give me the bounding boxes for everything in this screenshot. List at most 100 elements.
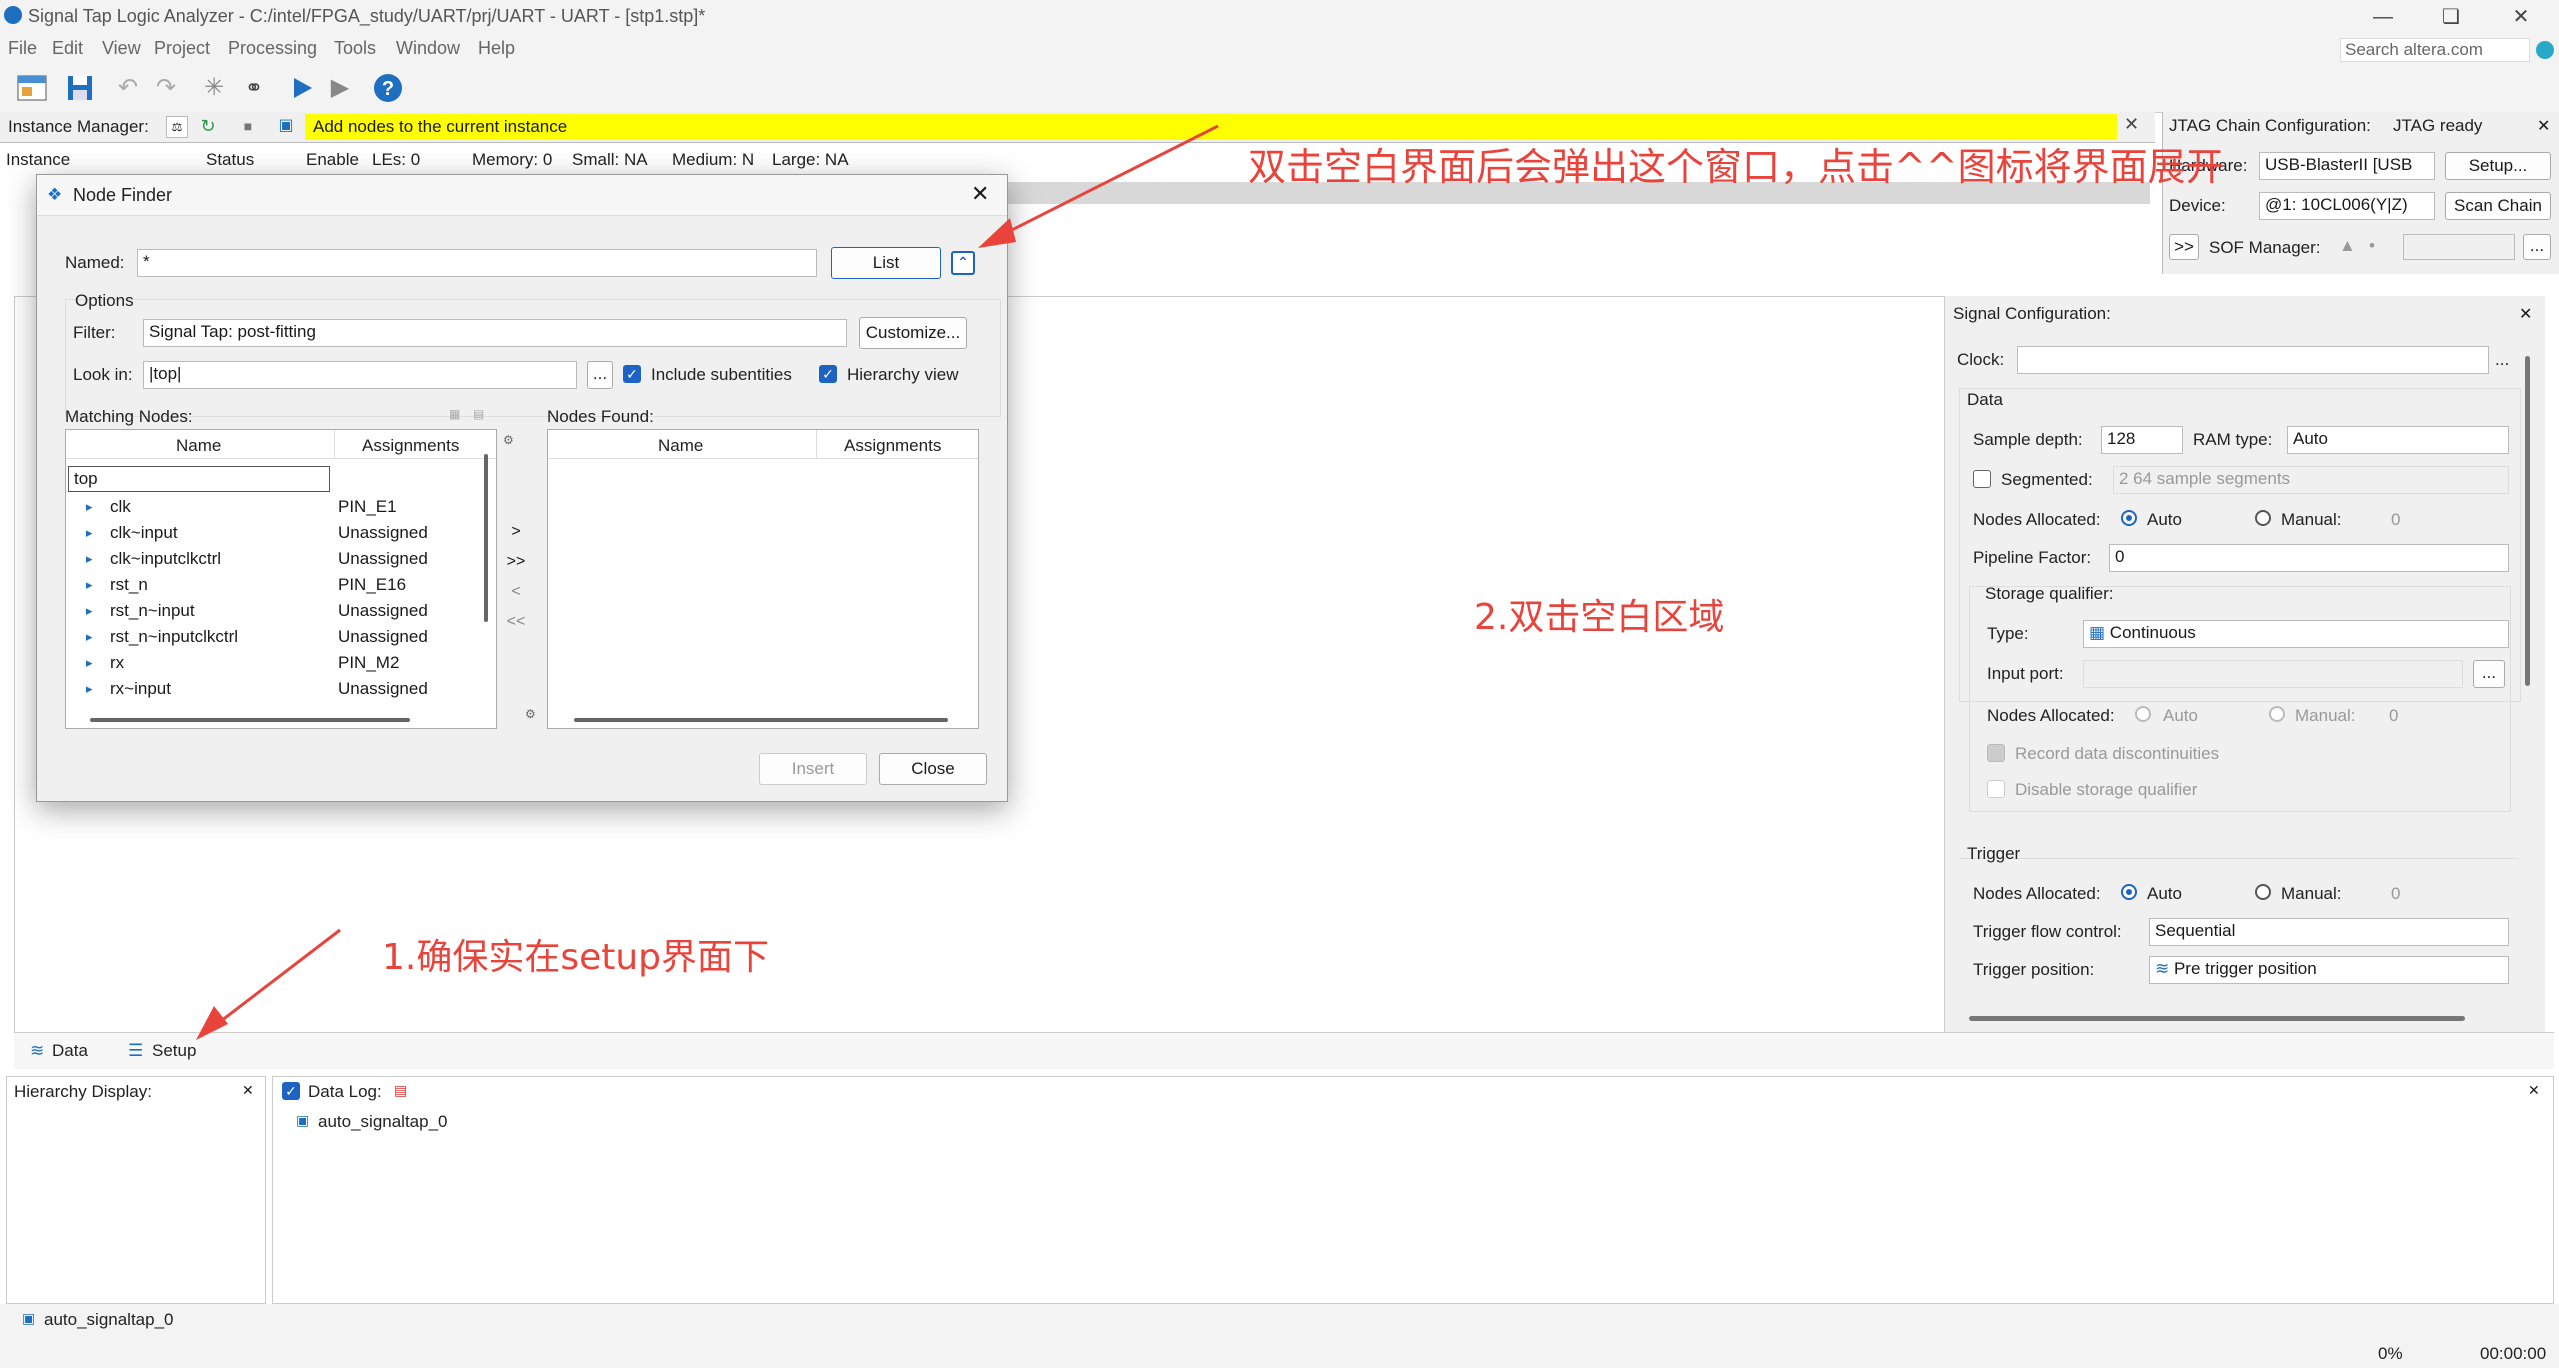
clock-browse-button[interactable]: ... bbox=[2495, 350, 2509, 370]
clock-input[interactable] bbox=[2017, 346, 2489, 374]
table-row[interactable]: ▸ rst_n~inputclkctrl Unassigned bbox=[66, 624, 476, 650]
menu-window[interactable]: Window bbox=[396, 38, 460, 59]
segmented-checkbox[interactable] bbox=[1973, 470, 1991, 488]
matching-horizontal-scrollbar[interactable] bbox=[90, 718, 410, 722]
trigger-flow-select[interactable]: Sequential bbox=[2149, 918, 2509, 946]
help-icon[interactable]: ? bbox=[372, 72, 404, 104]
remove-all-button[interactable]: << bbox=[501, 613, 531, 635]
search-input[interactable]: Search altera.com bbox=[2340, 38, 2530, 62]
tree-root-top[interactable]: top bbox=[68, 466, 330, 492]
sample-depth-select[interactable]: 128 bbox=[2101, 426, 2183, 454]
table-row[interactable]: ▸ clk~input Unassigned bbox=[66, 520, 476, 546]
storage-manual-value[interactable]: 0 bbox=[2389, 706, 2398, 726]
table-row[interactable]: ▸ rst_n PIN_E16 bbox=[66, 572, 476, 598]
minimize-icon[interactable]: — bbox=[2370, 4, 2396, 30]
close-jtag-icon[interactable]: ✕ bbox=[2537, 116, 2550, 136]
look-in-browse-button[interactable]: ... bbox=[587, 361, 613, 389]
data-manual-radio[interactable] bbox=[2255, 510, 2271, 526]
customize-button[interactable]: Customize... bbox=[859, 317, 967, 349]
tab-setup[interactable]: Setup bbox=[152, 1041, 196, 1061]
sof-file-input[interactable] bbox=[2403, 234, 2515, 260]
save-icon[interactable] bbox=[64, 72, 96, 104]
program-device-icon[interactable]: ▲ bbox=[2339, 236, 2356, 256]
undo-icon[interactable]: ↶ bbox=[112, 72, 144, 104]
setup-button[interactable]: Setup... bbox=[2445, 152, 2551, 180]
move-all-button[interactable]: >> bbox=[501, 553, 531, 575]
hardware-select[interactable]: USB-BlasterII [USB bbox=[2259, 152, 2435, 180]
refresh-icon[interactable]: ↻ bbox=[198, 116, 218, 136]
table-row[interactable]: ▸ rst_n~input Unassigned bbox=[66, 598, 476, 624]
pipeline-factor-select[interactable]: 0 bbox=[2109, 544, 2509, 572]
pin-icon[interactable]: ⚙ bbox=[503, 433, 514, 447]
restore-icon[interactable]: ❏ bbox=[2438, 4, 2464, 30]
table-row[interactable]: ▸ rx PIN_M2 bbox=[66, 650, 476, 676]
include-subentities-checkbox[interactable]: ✓ bbox=[623, 365, 641, 383]
matching-col-name[interactable]: Name bbox=[176, 436, 221, 456]
data-manual-value[interactable]: 0 bbox=[2391, 510, 2400, 530]
read-data-icon[interactable]: ▣ bbox=[276, 116, 296, 136]
menu-edit[interactable]: Edit bbox=[52, 38, 83, 59]
data-log-item[interactable]: auto_signaltap_0 bbox=[318, 1112, 448, 1132]
found-col-name[interactable]: Name bbox=[658, 436, 703, 456]
list-button[interactable]: List bbox=[831, 247, 941, 279]
input-port-field[interactable] bbox=[2083, 660, 2463, 688]
redo-icon[interactable]: ↷ bbox=[150, 72, 182, 104]
scan-chain-button[interactable]: Scan Chain bbox=[2445, 192, 2551, 220]
trigger-manual-radio[interactable] bbox=[2255, 884, 2271, 900]
table-row[interactable]: ▸ clk~inputclkctrl Unassigned bbox=[66, 546, 476, 572]
signal-config-horizontal-scrollbar[interactable] bbox=[1969, 1016, 2465, 1021]
input-port-browse-button[interactable]: ... bbox=[2473, 660, 2505, 688]
matching-nodes-list[interactable]: Name Assignments top ▸ clk PIN_E1 ▸ clk~inpu… bbox=[65, 429, 497, 729]
data-log-checkbox[interactable]: ✓ bbox=[282, 1082, 300, 1100]
matching-expand-icon[interactable]: ▦ bbox=[449, 407, 460, 421]
menu-file[interactable]: File bbox=[8, 38, 37, 59]
menu-help[interactable]: Help bbox=[478, 38, 515, 59]
named-input[interactable]: * bbox=[137, 249, 817, 277]
filter-select[interactable]: Signal Tap: post-fitting bbox=[143, 319, 847, 347]
close-signal-config-icon[interactable]: ✕ bbox=[2519, 304, 2532, 324]
record-discontinuities-checkbox[interactable] bbox=[1987, 744, 2005, 762]
trigger-manual-value[interactable]: 0 bbox=[2391, 884, 2400, 904]
matching-collapse-icon[interactable]: ▤ bbox=[473, 407, 484, 421]
signal-config-vertical-scrollbar[interactable] bbox=[2525, 356, 2530, 686]
table-row[interactable]: ▸ clk PIN_E1 bbox=[66, 494, 476, 520]
autorun-icon[interactable]: ▶ bbox=[324, 72, 356, 104]
tab-data[interactable]: Data bbox=[52, 1041, 88, 1061]
sof-browse-button[interactable]: ... bbox=[2523, 234, 2551, 260]
data-auto-radio[interactable] bbox=[2121, 510, 2137, 526]
open-instance-icon[interactable] bbox=[16, 72, 48, 104]
binoculars-icon[interactable]: ⚭ bbox=[238, 72, 270, 104]
remove-one-button[interactable]: < bbox=[501, 583, 531, 605]
close-data-log-icon[interactable]: ✕ bbox=[2528, 1082, 2540, 1099]
run-analysis-icon[interactable] bbox=[286, 72, 318, 104]
device-select[interactable]: @1: 10CL006(Y|Z) bbox=[2259, 192, 2435, 220]
trigger-auto-radio[interactable] bbox=[2121, 884, 2137, 900]
storage-manual-radio[interactable] bbox=[2269, 706, 2285, 722]
menu-tools[interactable]: Tools bbox=[334, 38, 376, 59]
trigger-position-select[interactable]: ≋ Pre trigger position bbox=[2149, 956, 2509, 984]
storage-auto-radio[interactable] bbox=[2135, 706, 2151, 722]
menu-project[interactable]: Project bbox=[154, 38, 210, 59]
type-select[interactable]: ▦ Continuous bbox=[2083, 620, 2509, 648]
globe-icon[interactable] bbox=[2536, 41, 2554, 59]
segments-select[interactable]: 2 64 sample segments bbox=[2113, 466, 2509, 494]
menu-view[interactable]: View bbox=[102, 38, 141, 59]
expand-jtag-button[interactable]: >> bbox=[2169, 234, 2199, 260]
found-col-assign[interactable]: Assignments bbox=[844, 436, 941, 456]
stop-icon[interactable]: ■ bbox=[238, 116, 258, 136]
dialog-close-icon[interactable]: ✕ bbox=[971, 181, 989, 207]
found-horizontal-scrollbar[interactable] bbox=[574, 718, 948, 722]
close-instance-manager-icon[interactable]: ✕ bbox=[2124, 114, 2139, 135]
close-button[interactable]: Close bbox=[879, 753, 987, 785]
attach-icon[interactable]: • bbox=[2369, 236, 2375, 256]
move-one-button[interactable]: > bbox=[501, 523, 531, 545]
table-row[interactable]: ▸ rx~input Unassigned bbox=[66, 676, 476, 702]
node-finder-icon[interactable]: ✳ bbox=[198, 72, 230, 104]
look-in-select[interactable]: |top| bbox=[143, 361, 577, 389]
close-hierarchy-icon[interactable]: ✕ bbox=[242, 1082, 254, 1099]
pin-bottom-icon[interactable]: ⚙ bbox=[525, 707, 536, 721]
ram-type-select[interactable]: Auto bbox=[2287, 426, 2509, 454]
disable-storage-qualifier-checkbox[interactable] bbox=[1987, 780, 2005, 798]
scan-icon[interactable]: ⚖ bbox=[166, 116, 188, 138]
menu-processing[interactable]: Processing bbox=[228, 38, 317, 59]
